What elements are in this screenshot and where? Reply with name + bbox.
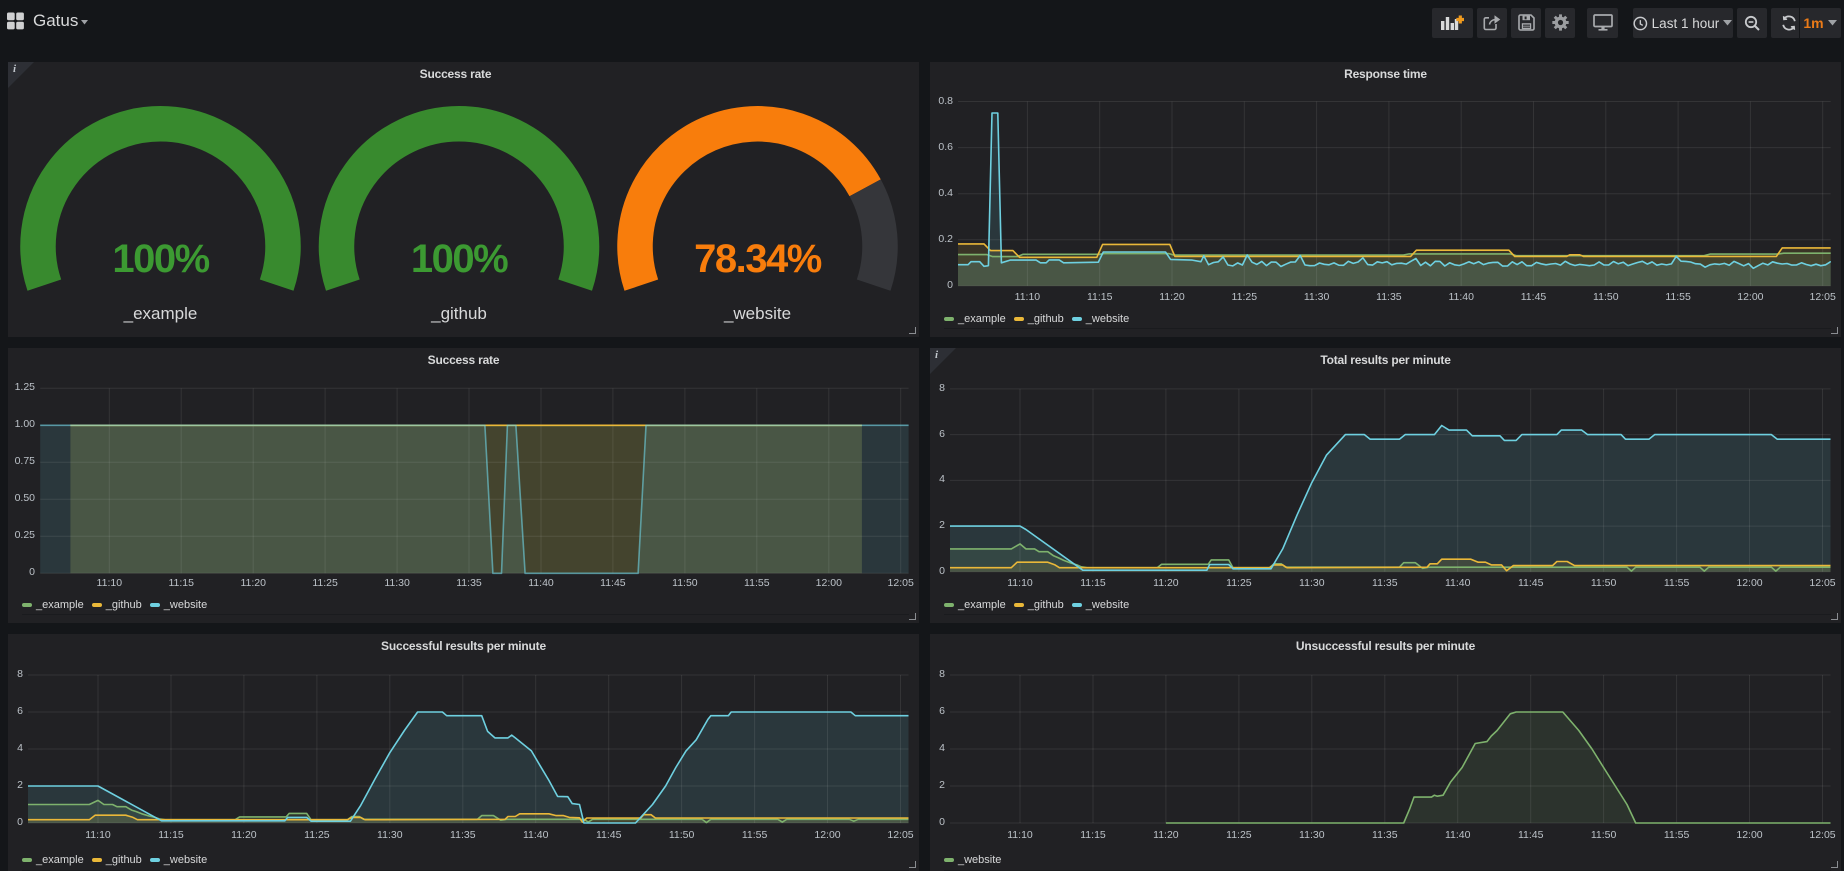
svg-text:100%: 100% <box>411 237 508 281</box>
svg-text:_website: _website <box>723 304 791 323</box>
svg-text:78.34%: 78.34% <box>694 237 822 281</box>
svg-text:100%: 100% <box>112 237 209 281</box>
svg-text:_github: _github <box>430 304 487 323</box>
svg-text:_example: _example <box>123 304 198 323</box>
